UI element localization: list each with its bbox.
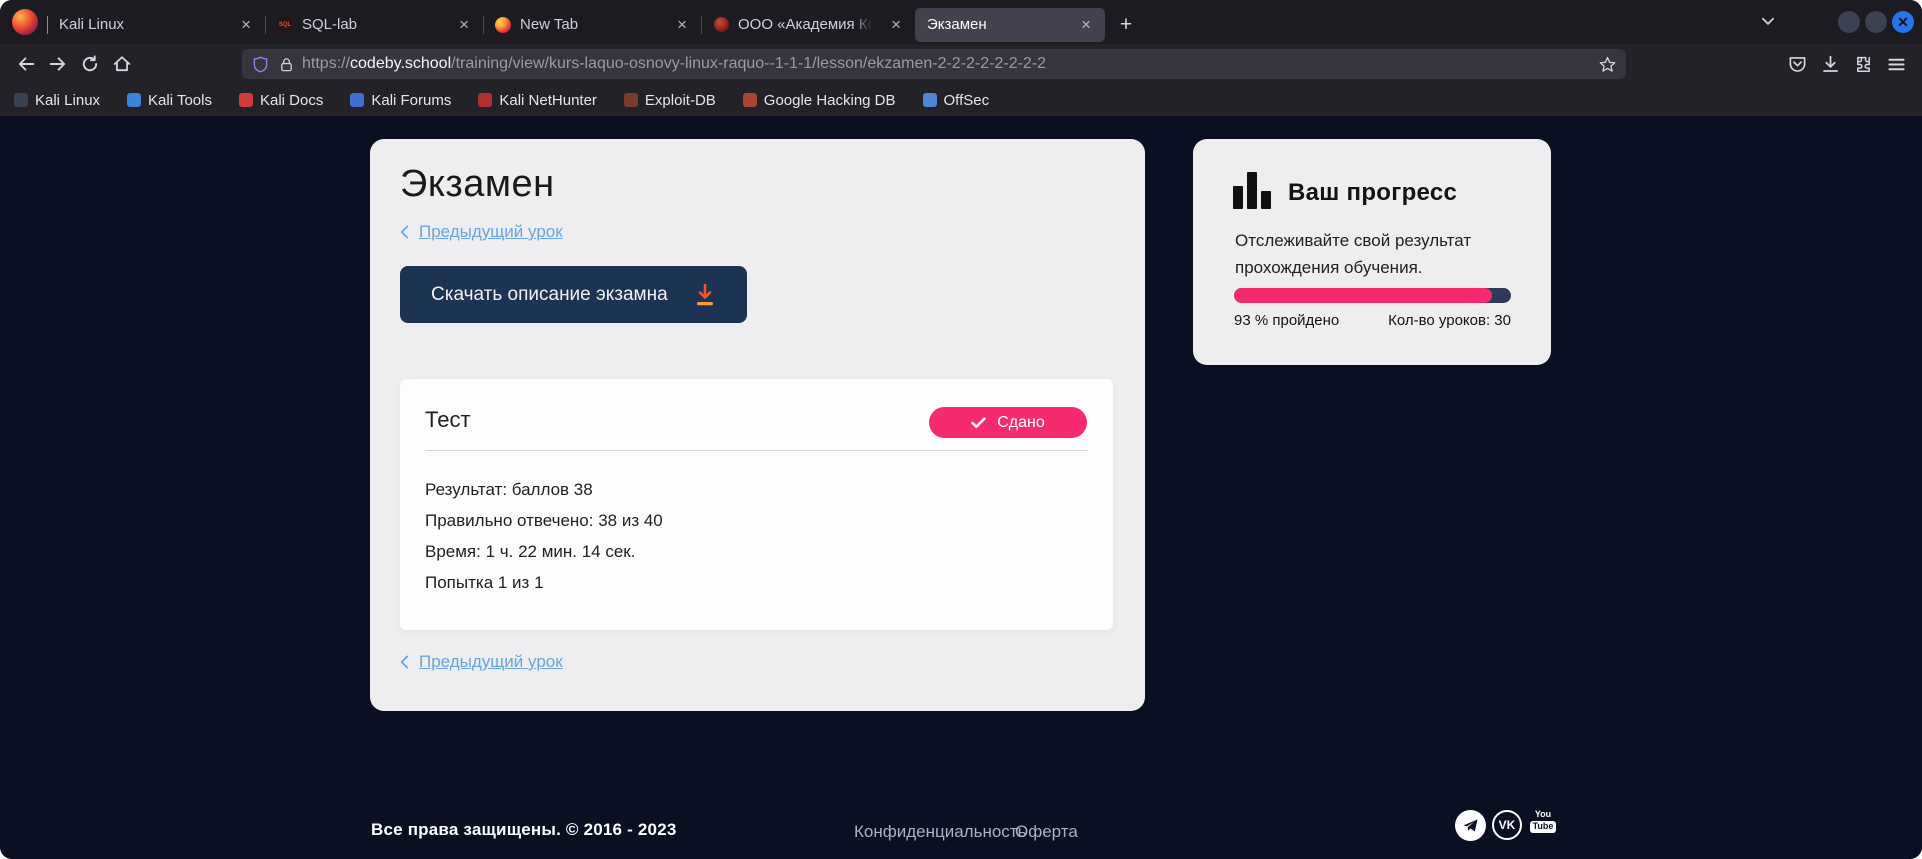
firefox-favicon-icon (495, 17, 511, 33)
tab-close-icon[interactable]: × (673, 14, 691, 35)
bar-chart-icon (1233, 172, 1271, 209)
back-icon[interactable] (10, 49, 42, 79)
bookmark-kali-tools[interactable]: Kali Tools (127, 92, 212, 109)
url-bar[interactable]: https://codeby.school/training/view/kurs… (242, 49, 1626, 79)
download-arrow-icon (693, 282, 717, 308)
progress-title: Ваш прогресс (1288, 179, 1457, 209)
tab-kali-linux[interactable]: Kali Linux × (47, 8, 265, 42)
offsec-icon (923, 93, 937, 107)
tab-title: Экзамен (927, 16, 1067, 33)
vk-icon[interactable]: VK (1492, 810, 1522, 840)
page-content: Экзамен Предыдущий урок Скачать описание… (0, 116, 1922, 859)
previous-lesson-link-bottom[interactable]: Предыдущий урок (400, 652, 1115, 672)
tab-close-icon[interactable]: × (455, 14, 473, 35)
progress-description: Отслеживайте свой результат прохождения … (1235, 227, 1497, 281)
bookmarks-toolbar: Kali Linux Kali Tools Kali Docs Kali For… (0, 84, 1922, 116)
kali-docs-icon (239, 93, 253, 107)
page-title: Экзамен (400, 163, 1115, 206)
sql-lab-favicon-icon: SQL (277, 17, 293, 33)
progress-fill (1234, 288, 1492, 303)
tab-title: SQL-lab (302, 16, 445, 33)
tab-close-icon[interactable]: × (1077, 14, 1095, 35)
test-result-card: Тест Сдано Результат: баллов 38 Правильн… (400, 379, 1113, 630)
download-button-label: Скачать описание экзамна (431, 284, 668, 306)
browser-window: Kali Linux × SQL SQL-lab × New Tab × ООО… (0, 0, 1922, 859)
tab-title: New Tab (520, 16, 663, 33)
previous-lesson-label[interactable]: Предыдущий урок (419, 652, 563, 672)
google-hacking-db-icon (743, 93, 757, 107)
bookmark-offsec[interactable]: OffSec (923, 92, 990, 109)
bookmark-kali-docs[interactable]: Kali Docs (239, 92, 323, 109)
checkmark-icon (971, 417, 986, 429)
maximize-button[interactable] (1865, 11, 1887, 33)
tab-close-icon[interactable]: × (887, 14, 905, 35)
tab-separator (483, 16, 484, 34)
divider (425, 450, 1088, 451)
tab-close-icon[interactable]: × (237, 14, 255, 35)
bookmark-kali-linux[interactable]: Kali Linux (14, 92, 100, 109)
codeby-spider-favicon-icon (713, 17, 729, 33)
download-exam-description-button[interactable]: Скачать описание экзамна (400, 266, 747, 323)
bookmark-google-hacking-db[interactable]: Google Hacking DB (743, 92, 896, 109)
previous-lesson-link-top[interactable]: Предыдущий урок (400, 222, 1115, 242)
tab-separator (47, 16, 48, 34)
passed-badge: Сдано (929, 407, 1087, 438)
tab-bar: Kali Linux × SQL SQL-lab × New Tab × ООО… (0, 0, 1922, 44)
offer-link[interactable]: Оферта (1015, 822, 1078, 842)
previous-lesson-label[interactable]: Предыдущий урок (419, 222, 563, 242)
pocket-icon[interactable] (1788, 55, 1807, 74)
firefox-logo-icon (12, 9, 38, 35)
tab-ekzamen-active[interactable]: Экзамен × (915, 8, 1105, 42)
kali-nethunter-icon (478, 93, 492, 107)
result-score: Результат: баллов 38 (425, 481, 1088, 498)
exploit-db-icon (624, 93, 638, 107)
new-tab-button[interactable]: + (1111, 10, 1141, 40)
youtube-icon[interactable]: You Tube (1528, 810, 1558, 833)
progress-percent-label: 93 % пройдено (1234, 312, 1339, 329)
tab-title: ООО «Академия Кодеба (738, 16, 877, 33)
bookmark-exploit-db[interactable]: Exploit-DB (624, 92, 716, 109)
tab-codeby-academy[interactable]: ООО «Академия Кодеба × (701, 8, 915, 42)
chevron-left-icon (400, 225, 409, 239)
kali-tools-icon (127, 93, 141, 107)
tab-separator (265, 16, 266, 34)
result-time: Время: 1 ч. 22 мин. 14 сек. (425, 543, 1088, 560)
menu-hamburger-icon[interactable] (1887, 55, 1906, 74)
extensions-puzzle-icon[interactable] (1854, 55, 1873, 74)
copyright-text: Все права защищены. © 2016 - 2023 (371, 820, 677, 840)
navigation-toolbar: https://codeby.school/training/view/kurs… (0, 44, 1922, 84)
tab-sql-lab[interactable]: SQL SQL-lab × (265, 8, 483, 42)
url-text[interactable]: https://codeby.school/training/view/kurs… (302, 55, 1046, 73)
downloads-icon[interactable] (1821, 55, 1840, 74)
telegram-icon[interactable] (1455, 810, 1486, 841)
chevron-left-icon (400, 655, 409, 669)
exam-card: Экзамен Предыдущий урок Скачать описание… (370, 139, 1145, 711)
reload-icon[interactable] (74, 49, 106, 79)
close-window-button[interactable]: ✕ (1892, 11, 1914, 33)
tab-separator (701, 16, 702, 34)
tracking-shield-icon[interactable] (252, 56, 269, 73)
window-controls: ✕ (1838, 11, 1914, 33)
tab-title: Kali Linux (59, 16, 227, 33)
lock-icon[interactable] (279, 57, 294, 72)
privacy-link[interactable]: Конфиденциальность (854, 822, 1026, 842)
bookmark-kali-nethunter[interactable]: Kali NetHunter (478, 92, 597, 109)
kali-dragon-icon (14, 93, 28, 107)
progress-bar-track (1234, 288, 1511, 303)
result-attempt: Попытка 1 из 1 (425, 574, 1088, 591)
bookmark-kali-forums[interactable]: Kali Forums (350, 92, 451, 109)
progress-card: Ваш прогресс Отслеживайте свой результат… (1193, 139, 1551, 365)
tab-new-tab[interactable]: New Tab × (483, 8, 701, 42)
kali-forums-icon (350, 93, 364, 107)
home-icon[interactable] (106, 49, 138, 79)
forward-icon[interactable] (42, 49, 74, 79)
result-correct: Правильно отвечено: 38 из 40 (425, 512, 1088, 529)
list-all-tabs-chevron-icon[interactable] (1759, 12, 1777, 30)
passed-badge-label: Сдано (997, 414, 1045, 432)
bookmark-star-icon[interactable] (1599, 56, 1616, 73)
lessons-count-label: Кол-во уроков: 30 (1388, 312, 1511, 329)
minimize-button[interactable] (1838, 11, 1860, 33)
